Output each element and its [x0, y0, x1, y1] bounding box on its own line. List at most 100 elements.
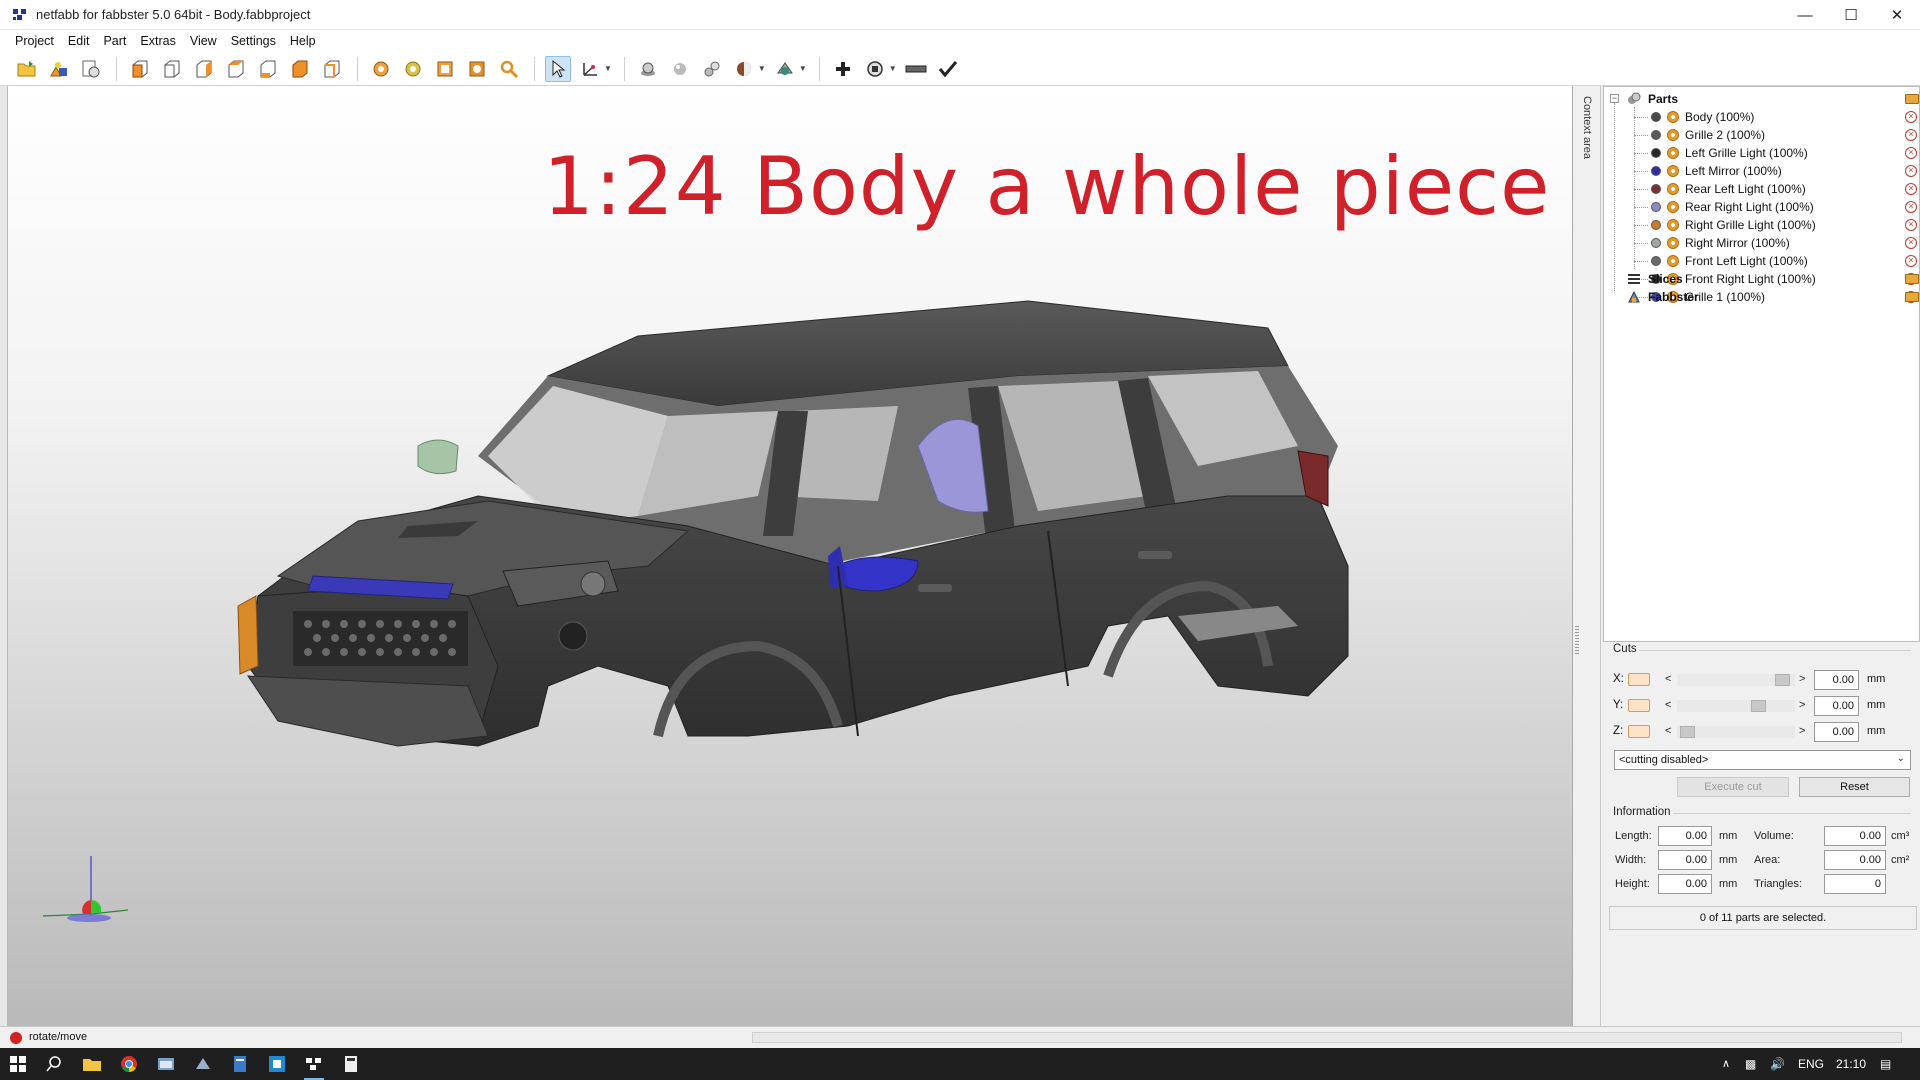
- tree-node-parts[interactable]: − Parts: [1604, 90, 1919, 108]
- increment-arrow-icon[interactable]: >: [1799, 699, 1805, 711]
- visibility-eye-icon[interactable]: [1667, 111, 1679, 123]
- clock[interactable]: 21:10: [1836, 1057, 1866, 1071]
- cut-slider[interactable]: [1677, 700, 1795, 712]
- smooth-shade-icon[interactable]: [667, 56, 693, 82]
- menu-view[interactable]: View: [183, 34, 224, 48]
- cut-plane-toggle[interactable]: [1628, 699, 1650, 712]
- open-project-icon[interactable]: [14, 56, 40, 82]
- zoom-fit-icon[interactable]: [432, 56, 458, 82]
- car-body-model[interactable]: [218, 266, 1398, 906]
- menu-part[interactable]: Part: [96, 34, 133, 48]
- ruler-icon[interactable]: [903, 56, 929, 82]
- view-front-icon[interactable]: [127, 56, 153, 82]
- decrement-arrow-icon[interactable]: <: [1665, 725, 1671, 737]
- triangles-field[interactable]: 0: [1824, 874, 1886, 894]
- tree-node-part[interactable]: Front Left Light (100%) ×: [1604, 252, 1919, 270]
- increment-arrow-icon[interactable]: >: [1799, 673, 1805, 685]
- visibility-eye-icon[interactable]: [1667, 237, 1679, 249]
- view-back-icon[interactable]: [159, 56, 185, 82]
- visibility-eye-icon[interactable]: [1667, 201, 1679, 213]
- remove-part-icon[interactable]: ×: [1905, 165, 1917, 177]
- volume-field[interactable]: 0.00: [1824, 826, 1886, 846]
- cut-value-field[interactable]: 0.00: [1814, 722, 1859, 742]
- remove-part-icon[interactable]: ×: [1905, 219, 1917, 231]
- add-part-icon[interactable]: [46, 56, 72, 82]
- color-view-icon[interactable]: [731, 56, 757, 82]
- maximize-button[interactable]: ☐: [1828, 0, 1874, 30]
- network-icon[interactable]: ▩: [1745, 1057, 1756, 1071]
- cut-value-field[interactable]: 0.00: [1814, 696, 1859, 716]
- tray-chevron-icon[interactable]: ∧: [1722, 1057, 1730, 1070]
- splitter-grip[interactable]: [1575, 626, 1579, 656]
- tree-node-part[interactable]: Right Mirror (100%) ×: [1604, 234, 1919, 252]
- volume-icon[interactable]: 🔊: [1770, 1057, 1785, 1071]
- zoom-selection-icon[interactable]: [464, 56, 490, 82]
- remove-part-icon[interactable]: ×: [1905, 201, 1917, 213]
- menu-edit[interactable]: Edit: [61, 34, 97, 48]
- menu-project[interactable]: Project: [8, 34, 61, 48]
- tree-node-part[interactable]: Body (100%) ×: [1604, 108, 1919, 126]
- chevron-down-icon[interactable]: ▼: [799, 64, 807, 73]
- windows-start-icon[interactable]: [6, 1052, 30, 1076]
- chevron-down-icon[interactable]: ▼: [604, 64, 612, 73]
- view-left-icon[interactable]: [191, 56, 217, 82]
- calculator-icon[interactable]: [339, 1052, 363, 1076]
- remove-part-icon[interactable]: ×: [1905, 183, 1917, 195]
- remove-part-icon[interactable]: ×: [1905, 129, 1917, 141]
- language-indicator[interactable]: ENG: [1798, 1057, 1824, 1071]
- minimize-button[interactable]: —: [1782, 0, 1828, 30]
- tree-node-slices[interactable]: Slices: [1604, 270, 1919, 288]
- folder-icon[interactable]: [1905, 94, 1919, 104]
- remove-part-icon[interactable]: ×: [1905, 111, 1917, 123]
- slider-thumb[interactable]: [1775, 674, 1790, 686]
- select-pointer-icon[interactable]: [545, 55, 571, 82]
- context-area-tab[interactable]: Context area: [1573, 86, 1601, 1026]
- visibility-eye-icon[interactable]: [1667, 129, 1679, 141]
- tree-node-part[interactable]: Left Mirror (100%) ×: [1604, 162, 1919, 180]
- chevron-down-icon[interactable]: ▼: [889, 64, 897, 73]
- width-field[interactable]: 0.00: [1658, 850, 1712, 870]
- file-explorer-icon[interactable]: [80, 1052, 104, 1076]
- menu-extras[interactable]: Extras: [133, 34, 182, 48]
- visibility-eye-icon[interactable]: [1667, 165, 1679, 177]
- folder-icon[interactable]: [1905, 292, 1919, 302]
- area-field[interactable]: 0.00: [1824, 850, 1886, 870]
- view-top-icon[interactable]: [255, 56, 281, 82]
- slicer-app-icon[interactable]: [191, 1052, 215, 1076]
- reset-button[interactable]: Reset: [1799, 777, 1910, 797]
- apply-check-icon[interactable]: [935, 56, 961, 82]
- measure-axis-icon[interactable]: [577, 56, 603, 82]
- repair-icon[interactable]: [862, 56, 888, 82]
- visibility-eye-icon[interactable]: [1667, 255, 1679, 267]
- height-field[interactable]: 0.00: [1658, 874, 1712, 894]
- view-iso-icon[interactable]: [319, 56, 345, 82]
- cut-plane-toggle[interactable]: [1628, 725, 1650, 738]
- pan-view-icon[interactable]: [400, 56, 426, 82]
- search-icon[interactable]: [42, 1052, 66, 1076]
- add-plus-icon[interactable]: [830, 56, 856, 82]
- menu-help[interactable]: Help: [283, 34, 323, 48]
- execute-cut-button[interactable]: Execute cut: [1677, 777, 1789, 797]
- collapse-toggle[interactable]: −: [1610, 94, 1619, 103]
- tree-node-part[interactable]: Right Grille Light (100%) ×: [1604, 216, 1919, 234]
- length-field[interactable]: 0.00: [1658, 826, 1712, 846]
- decrement-arrow-icon[interactable]: <: [1665, 699, 1671, 711]
- view-bottom-icon[interactable]: [287, 56, 313, 82]
- magnifier-icon[interactable]: [496, 56, 522, 82]
- tree-node-part[interactable]: Rear Left Light (100%) ×: [1604, 180, 1919, 198]
- cut-value-field[interactable]: 0.00: [1814, 670, 1859, 690]
- netfabb-taskbar-icon[interactable]: [302, 1052, 326, 1080]
- 3d-viewport[interactable]: 1:24 Body a whole piece: [8, 86, 1573, 1026]
- folder-icon[interactable]: [1905, 274, 1919, 284]
- cut-slider[interactable]: [1677, 726, 1795, 738]
- visibility-eye-icon[interactable]: [1667, 183, 1679, 195]
- increment-arrow-icon[interactable]: >: [1799, 725, 1805, 737]
- remove-part-icon[interactable]: ×: [1905, 255, 1917, 267]
- view-right-icon[interactable]: [223, 56, 249, 82]
- cut-plane-toggle[interactable]: [1628, 673, 1650, 686]
- remove-part-icon[interactable]: ×: [1905, 237, 1917, 249]
- part-info-icon[interactable]: [78, 56, 104, 82]
- slider-thumb[interactable]: [1751, 700, 1766, 712]
- blue-app-icon[interactable]: [265, 1052, 289, 1076]
- tree-node-part[interactable]: Left Grille Light (100%) ×: [1604, 144, 1919, 162]
